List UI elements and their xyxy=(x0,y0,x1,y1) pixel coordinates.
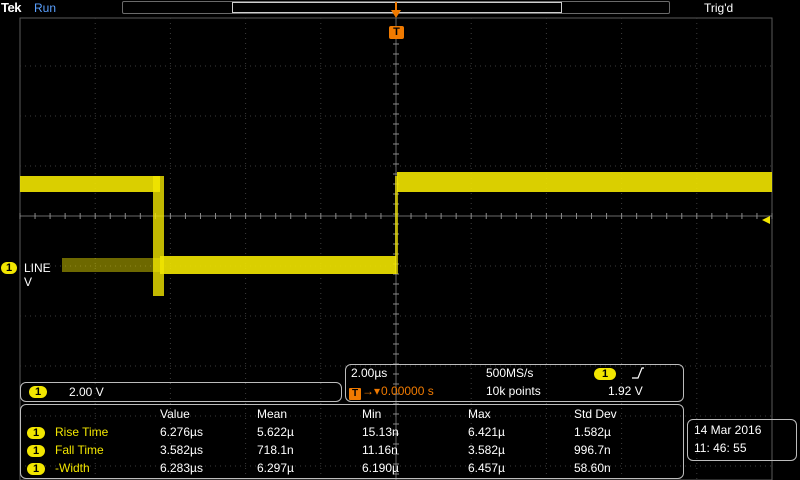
trigger-level-value: 1.92 V xyxy=(608,384,643,398)
trigger-status: Trig'd xyxy=(704,1,734,15)
column-header-mean: Mean xyxy=(257,407,288,421)
waveform-high-segment-1 xyxy=(20,176,160,192)
horizontal-trigger-readout[interactable]: 2.00µs 500MS/s 1 T →▾0.00000 s 10k points… xyxy=(345,364,684,402)
column-header-min: Min xyxy=(362,407,382,421)
delay-arrow-icon: →▾ xyxy=(362,384,381,398)
table-row[interactable]: 1 Fall Time 3.582µs 718.1n 11.16n 3.582µ… xyxy=(21,442,681,459)
measurement-min: 11.16n xyxy=(362,443,398,457)
waveform-noise-segment xyxy=(62,258,160,272)
measurement-mean: 5.622µ xyxy=(257,425,294,439)
top-status-bar: Tek Run Trig'd xyxy=(0,0,800,18)
date-time-readout[interactable]: 14 Mar 2016 11: 46: 55 xyxy=(687,419,797,461)
measurements-table[interactable]: Value Mean Min Max Std Dev 1 Rise Time 6… xyxy=(20,404,684,479)
trigger-t-icon: T xyxy=(349,388,361,400)
measurement-source-badge: 1 xyxy=(27,463,45,475)
date-display: 14 Mar 2016 xyxy=(694,423,762,437)
measurement-std-dev: 1.582µ xyxy=(574,425,611,439)
vertical-scale-readout[interactable]: 1 2.00 V xyxy=(20,382,342,402)
measurement-max: 6.457µ xyxy=(468,461,505,475)
horizontal-delay: T →▾0.00000 s xyxy=(349,384,434,400)
measurement-name: Fall Time xyxy=(55,443,104,457)
waveform-low-segment xyxy=(160,256,396,274)
measurement-mean: 6.297µ xyxy=(257,461,294,475)
column-header-std-dev: Std Dev xyxy=(574,407,617,421)
trigger-level-icon[interactable] xyxy=(760,215,770,225)
column-header-max: Max xyxy=(468,407,491,421)
measurement-source-badge: 1 xyxy=(27,427,45,439)
measurement-value: 6.283µs xyxy=(160,461,203,475)
measurement-std-dev: 58.60n xyxy=(574,461,611,475)
waveform-falling-edge xyxy=(153,176,164,296)
measurement-max: 3.582µ xyxy=(468,443,505,457)
table-row[interactable]: 1 -Width 6.283µs 6.297µ 6.190µ 6.457µ 58… xyxy=(21,460,681,477)
record-length: 10k points xyxy=(486,384,541,398)
measurement-min: 6.190µ xyxy=(362,461,399,475)
time-per-division: 2.00µs xyxy=(351,366,388,380)
sample-rate: 500MS/s xyxy=(486,366,534,380)
channel-1-badge: 1 xyxy=(1,262,17,274)
trigger-source-badge: 1 xyxy=(594,368,616,380)
acquisition-status[interactable]: Run xyxy=(34,1,56,15)
measurement-name: Rise Time xyxy=(55,425,109,439)
measurement-max: 6.421µ xyxy=(468,425,505,439)
brand-logo: Tek xyxy=(1,0,21,15)
measurement-name: -Width xyxy=(55,461,90,475)
trigger-point-marker[interactable]: T xyxy=(389,26,404,39)
trigger-position-icon[interactable] xyxy=(390,2,402,22)
measurement-source-badge: 1 xyxy=(27,445,45,457)
channel-1-badge: 1 xyxy=(29,386,47,398)
column-header-value: Value xyxy=(160,407,190,421)
measurement-value: 3.582µs xyxy=(160,443,203,457)
rising-edge-icon xyxy=(632,367,644,379)
measurement-mean: 718.1n xyxy=(257,443,294,457)
measurement-min: 15.13n xyxy=(362,425,399,439)
vertical-scale-value: 2.00 V xyxy=(69,385,104,399)
measurement-std-dev: 996.7n xyxy=(574,443,611,457)
waveform-high-segment-2 xyxy=(397,172,772,192)
table-row[interactable]: 1 Rise Time 6.276µs 5.622µ 15.13n 6.421µ… xyxy=(21,424,681,441)
time-display: 11: 46: 55 xyxy=(694,441,747,455)
delay-value: 0.00000 s xyxy=(381,384,434,398)
channel-1-label: LINE V xyxy=(24,261,51,289)
measurement-value: 6.276µs xyxy=(160,425,203,439)
